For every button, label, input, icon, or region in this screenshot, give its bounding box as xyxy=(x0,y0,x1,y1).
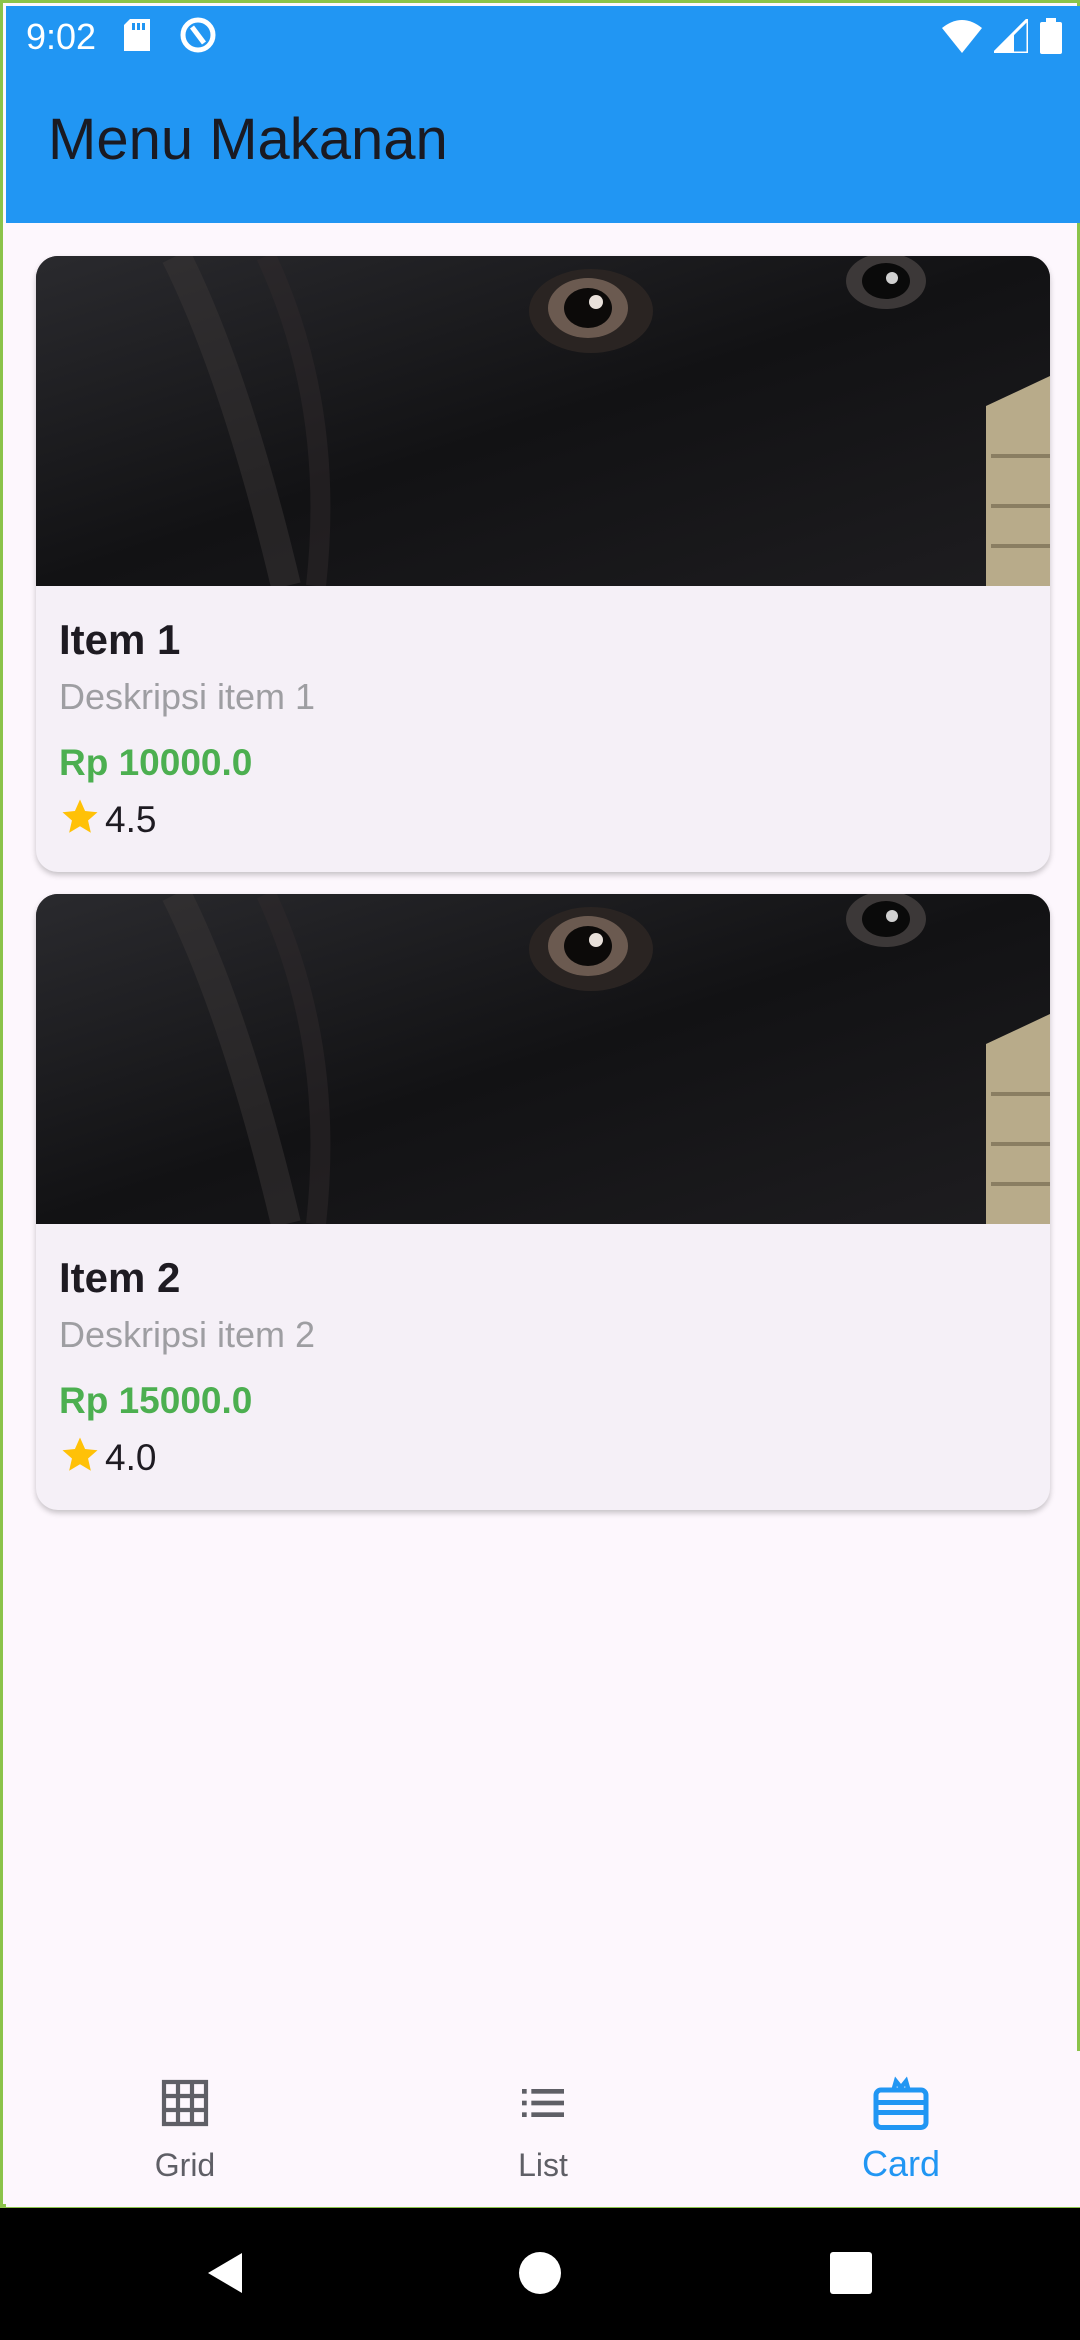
nav-item-card[interactable]: Card xyxy=(722,2051,1080,2207)
card-rating: 4.0 xyxy=(59,1434,156,1481)
system-navigation-bar xyxy=(0,2208,1080,2340)
menu-card-item-1[interactable]: Item 1 Deskripsi item 1 Rp 10000.0 4.5 xyxy=(36,256,1050,872)
status-bar: 9:02 xyxy=(6,6,1080,68)
card-description: Deskripsi item 1 xyxy=(59,676,316,717)
recents-icon[interactable] xyxy=(830,2248,872,2303)
signal-icon xyxy=(990,15,1030,58)
dog-photo-image xyxy=(36,894,1050,1228)
rating-value: 4.0 xyxy=(105,1436,157,1478)
card-title: Item 2 xyxy=(59,1254,181,1301)
star-icon xyxy=(59,1434,101,1481)
nav-label-card: Card xyxy=(861,2143,941,2184)
list-icon xyxy=(515,2075,571,2136)
battery-icon xyxy=(1040,18,1062,59)
card-price: Rp 15000.0 xyxy=(59,1380,253,1421)
star-icon xyxy=(59,796,101,843)
app-frame: 9:02 Menu Makanan Item 1 Deskripsi item … xyxy=(0,0,1080,2208)
nav-item-grid[interactable]: Grid xyxy=(6,2051,364,2207)
dog-photo-image xyxy=(36,256,1050,590)
back-icon[interactable] xyxy=(200,2248,250,2303)
bottom-navigation: Grid List Card xyxy=(6,2051,1080,2207)
card-title: Item 1 xyxy=(59,616,181,663)
card-description: Deskripsi item 2 xyxy=(59,1314,316,1355)
wifi-icon xyxy=(942,19,982,58)
card-icon xyxy=(871,2075,931,2140)
sd-card-icon xyxy=(124,18,151,56)
card-rating: 4.5 xyxy=(59,796,156,843)
nav-label-list: List xyxy=(518,2147,568,2183)
app-bar: Menu Makanan xyxy=(6,68,1080,223)
page-title: Menu Makanan xyxy=(48,107,448,172)
home-icon[interactable] xyxy=(518,2248,562,2303)
nav-item-list[interactable]: List xyxy=(364,2051,722,2207)
card-price: Rp 10000.0 xyxy=(59,742,253,783)
rating-value: 4.5 xyxy=(105,798,157,840)
grid-icon xyxy=(157,2075,213,2136)
data-saver-icon xyxy=(178,15,218,60)
status-time: 9:02 xyxy=(26,16,97,57)
menu-card-item-2[interactable]: Item 2 Deskripsi item 2 Rp 15000.0 4.0 xyxy=(36,894,1050,1510)
nav-label-grid: Grid xyxy=(154,2147,216,2183)
